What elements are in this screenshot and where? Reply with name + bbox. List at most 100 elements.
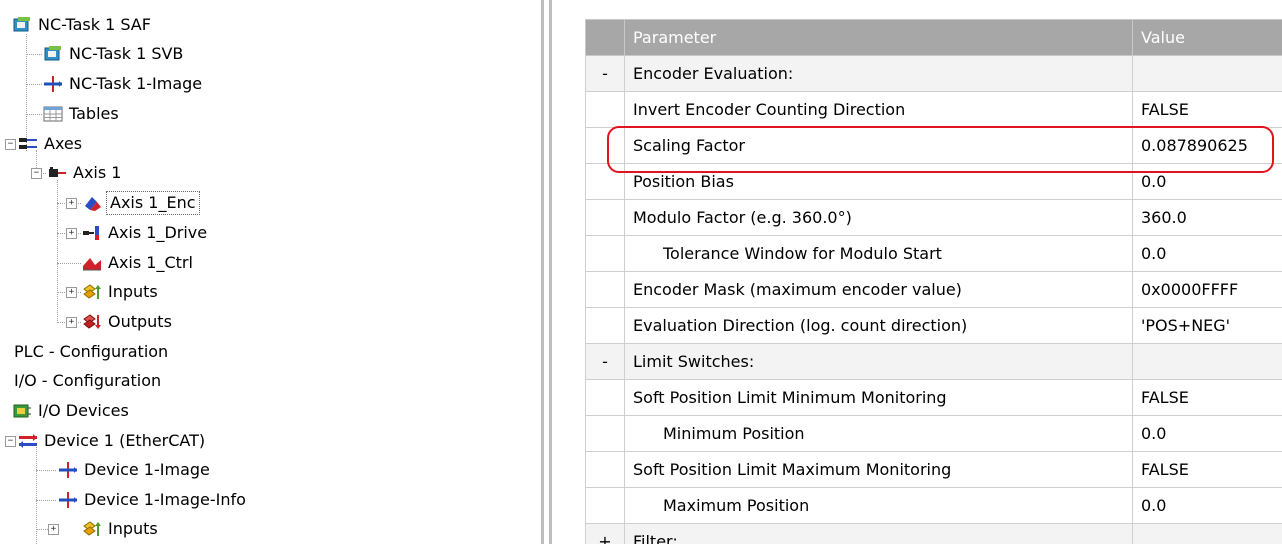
parameter-row[interactable]: Minimum Position 0.0 bbox=[585, 415, 1282, 452]
parameter-row[interactable]: Modulo Factor (e.g. 360.0°) 360.0 bbox=[585, 199, 1282, 236]
inputs-icon bbox=[82, 283, 102, 301]
parameter-value[interactable]: 'POS+NEG' bbox=[1132, 307, 1282, 344]
parameter-row[interactable]: Tolerance Window for Modulo Start 0.0 bbox=[585, 235, 1282, 272]
tree-node-label: PLC - Configuration bbox=[14, 342, 169, 361]
row-marker bbox=[585, 379, 625, 416]
parameter-row[interactable]: Evaluation Direction (log. count directi… bbox=[585, 307, 1282, 344]
parameter-value[interactable]: 0.0 bbox=[1132, 487, 1282, 524]
row-marker bbox=[585, 415, 625, 452]
pane-splitter[interactable] bbox=[541, 0, 565, 544]
tree-node-device-1-ethercat[interactable]: Device 1 (EtherCAT) bbox=[18, 426, 207, 456]
parameter-name: Limit Switches: bbox=[624, 343, 1133, 380]
section-toggle[interactable]: - bbox=[585, 55, 625, 92]
parameter-grid[interactable]: Parameter Value - Encoder Evaluation: Inve… bbox=[585, 19, 1282, 544]
tree-node-label: Device 1 (EtherCAT) bbox=[44, 431, 206, 450]
parameter-value[interactable]: 0.087890625 bbox=[1132, 127, 1282, 164]
parameter-row[interactable]: Position Bias 0.0 bbox=[585, 163, 1282, 200]
tree-node-device-1-image[interactable]: Device 1-Image bbox=[58, 455, 212, 485]
row-marker bbox=[585, 199, 625, 236]
drive-icon bbox=[82, 224, 102, 242]
image-icon bbox=[58, 461, 78, 479]
parameter-value[interactable]: 0.0 bbox=[1132, 235, 1282, 272]
section-toggle[interactable]: + bbox=[585, 523, 625, 544]
parameter-value[interactable]: FALSE bbox=[1132, 91, 1282, 128]
parameter-table: Parameter Value - Encoder Evaluation: Inve… bbox=[585, 19, 1282, 544]
image-icon bbox=[43, 75, 63, 93]
parameter-row[interactable]: Encoder Mask (maximum encoder value) 0x00… bbox=[585, 271, 1282, 308]
tree-node-label: Axis 1_Enc bbox=[106, 191, 200, 215]
parameter-name: Encoder Mask (maximum encoder value) bbox=[624, 271, 1133, 308]
expand-toggle[interactable]: + bbox=[48, 524, 59, 535]
parameter-row[interactable]: Scaling Factor 0.087890625 bbox=[585, 127, 1282, 164]
tree-connector bbox=[36, 500, 56, 501]
tree-node-axis-1-enc[interactable]: Axis 1_Enc bbox=[82, 188, 200, 218]
task-icon bbox=[43, 45, 63, 63]
solution-tree[interactable]: NC-Task 1 SAF NC-Task 1 SVB NC-Task 1-Imag… bbox=[0, 0, 540, 544]
header-parameter[interactable]: Parameter bbox=[624, 19, 1133, 56]
parameter-row[interactable]: Soft Position Limit Maximum Monitoring FA… bbox=[585, 451, 1282, 488]
tree-node-io-configuration[interactable]: I/O - Configuration bbox=[12, 366, 163, 396]
parameter-value bbox=[1132, 523, 1282, 544]
grid-header-row: Parameter Value bbox=[585, 19, 1282, 56]
tree-connector bbox=[36, 470, 56, 471]
ethercat-icon bbox=[18, 432, 38, 450]
tree-node-axis-1[interactable]: Axis 1 bbox=[47, 158, 123, 188]
section-row[interactable]: + Filter: bbox=[585, 523, 1282, 544]
row-marker bbox=[585, 163, 625, 200]
parameter-row[interactable]: Maximum Position 0.0 bbox=[585, 487, 1282, 524]
collapse-toggle[interactable]: − bbox=[5, 436, 16, 447]
expand-toggle[interactable]: + bbox=[66, 317, 77, 328]
task-icon bbox=[12, 16, 32, 34]
parameter-value[interactable]: 360.0 bbox=[1132, 199, 1282, 236]
tree-node-axis-1-ctrl[interactable]: Axis 1_Ctrl bbox=[82, 248, 195, 278]
tree-node-label: Inputs bbox=[108, 282, 158, 301]
parameter-value[interactable]: 0x0000FFFF bbox=[1132, 271, 1282, 308]
tree-node-axis-1-drive[interactable]: Axis 1_Drive bbox=[82, 218, 209, 248]
parameter-name: Encoder Evaluation: bbox=[624, 55, 1133, 92]
expand-toggle[interactable]: + bbox=[66, 198, 77, 209]
tree-node-label: I/O Devices bbox=[38, 401, 129, 420]
parameter-name: Position Bias bbox=[624, 163, 1133, 200]
parameter-value[interactable]: FALSE bbox=[1132, 379, 1282, 416]
header-value[interactable]: Value bbox=[1132, 19, 1282, 56]
tree-node-label: Axis 1 bbox=[73, 163, 122, 182]
tree-node-label: Device 1-Image bbox=[84, 460, 210, 479]
parameter-row[interactable]: Soft Position Limit Minimum Monitoring FA… bbox=[585, 379, 1282, 416]
tree-node-label: I/O - Configuration bbox=[14, 371, 162, 390]
row-marker bbox=[585, 235, 625, 272]
tree-node-plc-configuration[interactable]: PLC - Configuration bbox=[12, 337, 170, 367]
tree-node-axis-inputs[interactable]: Inputs bbox=[82, 277, 160, 307]
tree-node-label: NC-Task 1 SVB bbox=[69, 44, 184, 63]
expand-toggle[interactable]: + bbox=[66, 287, 77, 298]
splitter-bar-right bbox=[549, 0, 552, 544]
section-row[interactable]: - Limit Switches: bbox=[585, 343, 1282, 380]
parameter-value[interactable]: 0.0 bbox=[1132, 415, 1282, 452]
tree-node-io-devices[interactable]: I/O Devices bbox=[12, 396, 131, 426]
parameter-value[interactable]: 0.0 bbox=[1132, 163, 1282, 200]
tree-connector bbox=[57, 180, 58, 323]
tree-node-axes[interactable]: Axes bbox=[18, 129, 84, 159]
collapse-toggle[interactable]: − bbox=[31, 168, 42, 179]
section-row[interactable]: - Encoder Evaluation: bbox=[585, 55, 1282, 92]
section-toggle[interactable]: - bbox=[585, 343, 625, 380]
parameter-value[interactable]: FALSE bbox=[1132, 451, 1282, 488]
tree-node-nc-task-saf[interactable]: NC-Task 1 SAF bbox=[12, 10, 153, 40]
parameter-name: Minimum Position bbox=[624, 415, 1133, 452]
tree-connector bbox=[26, 114, 42, 115]
image-icon bbox=[58, 491, 78, 509]
collapse-toggle[interactable]: − bbox=[5, 139, 16, 150]
parameter-row[interactable]: Invert Encoder Counting Direction FALSE bbox=[585, 91, 1282, 128]
outputs-icon bbox=[82, 313, 102, 331]
axes-icon bbox=[18, 135, 38, 153]
tree-node-device-inputs[interactable]: Inputs bbox=[82, 514, 160, 544]
tree-node-nc-task-image[interactable]: NC-Task 1-Image bbox=[43, 69, 204, 99]
expand-toggle[interactable]: + bbox=[66, 228, 77, 239]
tree-node-device-1-image-info[interactable]: Device 1-Image-Info bbox=[58, 485, 248, 515]
parameter-name: Evaluation Direction (log. count directi… bbox=[624, 307, 1133, 344]
tree-node-nc-task-svb[interactable]: NC-Task 1 SVB bbox=[43, 39, 185, 69]
parameter-name: Maximum Position bbox=[624, 487, 1133, 524]
tree-node-axis-outputs[interactable]: Outputs bbox=[82, 307, 174, 337]
inputs-icon bbox=[82, 520, 102, 538]
tree-node-tables[interactable]: Tables bbox=[43, 99, 121, 129]
parameter-name: Soft Position Limit Maximum Monitoring bbox=[624, 451, 1133, 488]
